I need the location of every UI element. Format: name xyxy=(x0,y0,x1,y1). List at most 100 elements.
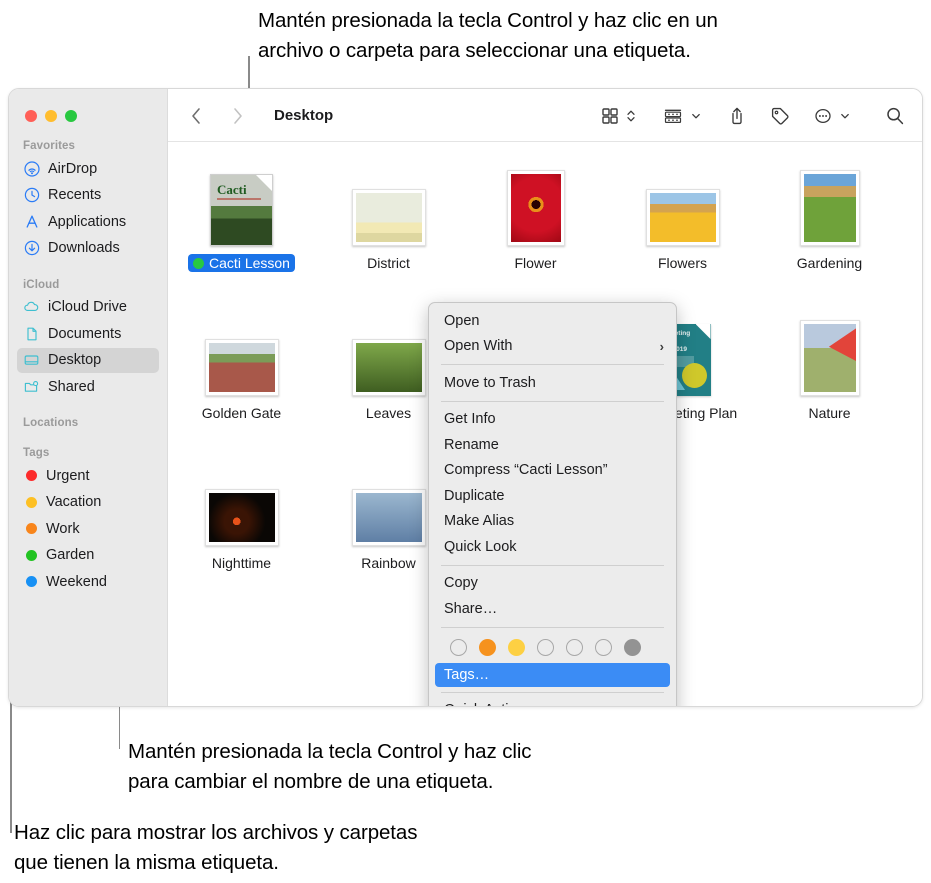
back-button[interactable] xyxy=(182,102,210,130)
forward-button[interactable] xyxy=(224,102,252,130)
menu-item-label: Open xyxy=(444,312,480,329)
file-item-district[interactable]: District xyxy=(315,156,462,306)
menu-item-open-with[interactable]: Open With › xyxy=(429,334,676,360)
menu-item-label: Quick Look xyxy=(444,538,517,555)
tag-swatch-none[interactable] xyxy=(450,638,467,656)
more-actions-button[interactable] xyxy=(813,102,850,130)
sidebar-tag-garden[interactable]: Garden xyxy=(17,543,159,568)
menu-item-label: Open With xyxy=(444,338,513,355)
sidebar-item-label: Desktop xyxy=(48,352,102,368)
menu-item-compress[interactable]: Compress “Cacti Lesson” xyxy=(429,458,676,484)
sidebar-item-downloads[interactable]: Downloads xyxy=(17,236,159,261)
file-name-label[interactable]: District xyxy=(362,254,415,272)
tag-swatch-gray[interactable] xyxy=(624,638,641,656)
sidebar-tag-urgent[interactable]: Urgent xyxy=(17,463,159,488)
tag-swatch-orange[interactable] xyxy=(479,638,496,656)
sidebar-item-airdrop[interactable]: AirDrop xyxy=(17,156,159,181)
close-button[interactable] xyxy=(25,110,37,122)
sidebar-item-documents[interactable]: Documents xyxy=(17,321,159,346)
path-label[interactable]: Desktop xyxy=(274,107,333,124)
tag-icon xyxy=(771,107,789,125)
menu-item-share[interactable]: Share… xyxy=(429,596,676,622)
menu-item-rename[interactable]: Rename xyxy=(429,432,676,458)
sidebar-item-label: Applications xyxy=(48,213,127,230)
sidebar-item-label: Documents xyxy=(48,325,122,342)
chevron-right-icon: › xyxy=(660,703,664,706)
sidebar-item-label: Recents xyxy=(48,187,102,203)
file-name-label[interactable]: Nature xyxy=(803,404,855,422)
tag-swatch-purple[interactable] xyxy=(595,638,612,656)
share-button[interactable] xyxy=(727,102,747,130)
minimize-button[interactable] xyxy=(45,110,57,122)
sidebar-group-locations-title: Locations xyxy=(23,417,79,429)
menu-item-quick-look[interactable]: Quick Look xyxy=(429,534,676,560)
menu-separator xyxy=(441,564,664,566)
menu-item-label: Make Alias xyxy=(444,513,515,530)
file-name-label[interactable]: Gardening xyxy=(792,254,867,272)
file-name-label[interactable]: Golden Gate xyxy=(197,404,286,422)
file-name-label[interactable]: Nighttime xyxy=(207,554,276,572)
menu-item-open[interactable]: Open xyxy=(429,308,676,334)
desktop-icon xyxy=(23,352,40,369)
sidebar-item-icloud-drive[interactable]: iCloud Drive xyxy=(17,295,159,320)
file-name-text: Cacti Lesson xyxy=(209,255,290,271)
file-item-cacti-lesson[interactable]: Cacti Cacti Lesson xyxy=(168,156,315,306)
callout-top-text: Mantén presionada la tecla Control y haz… xyxy=(258,9,718,62)
sidebar-item-label: iCloud Drive xyxy=(48,299,127,315)
sidebar-tag-work[interactable]: Work xyxy=(17,516,159,541)
menu-item-tags[interactable]: Tags… xyxy=(435,662,670,687)
file-thumbnail xyxy=(799,312,860,396)
sidebar-tag-vacation[interactable]: Vacation xyxy=(17,490,159,515)
chevron-left-icon xyxy=(192,107,200,124)
view-mode-button[interactable] xyxy=(600,102,636,130)
sidebar-group-favorites-title: Favorites xyxy=(23,140,76,152)
file-item-golden-gate[interactable]: Golden Gate xyxy=(168,306,315,456)
file-item-flowers[interactable]: Flowers xyxy=(609,156,756,306)
file-name-text: Golden Gate xyxy=(201,405,282,421)
file-thumbnail xyxy=(351,312,426,396)
chevron-down-icon xyxy=(841,113,849,118)
file-thumbnail xyxy=(204,462,279,546)
menu-item-get-info[interactable]: Get Info xyxy=(429,407,676,433)
menu-item-duplicate[interactable]: Duplicate xyxy=(429,483,676,509)
zoom-button[interactable] xyxy=(65,110,77,122)
file-name-label[interactable]: Cacti Lesson xyxy=(188,254,295,272)
tag-swatch-green[interactable] xyxy=(537,638,554,656)
callout-middle-text: Mantén presionada la tecla Control y haz… xyxy=(128,740,532,793)
menu-item-quick-actions[interactable]: Quick Actions › xyxy=(429,698,676,706)
sidebar-group-icloud-title: iCloud xyxy=(23,278,60,291)
search-button[interactable] xyxy=(884,102,906,130)
add-tags-button[interactable] xyxy=(769,102,791,130)
sidebar-item-label: Garden xyxy=(46,547,95,563)
group-by-button[interactable] xyxy=(662,102,701,130)
group-by-icon xyxy=(664,109,682,123)
sidebar-tag-weekend[interactable]: Weekend xyxy=(17,569,159,594)
file-name-label[interactable]: Leaves xyxy=(361,404,416,422)
document-icon xyxy=(23,325,40,342)
tag-color-dot xyxy=(26,523,37,534)
menu-item-move-to-trash[interactable]: Move to Trash xyxy=(429,370,676,396)
clock-icon xyxy=(23,187,40,204)
menu-item-make-alias[interactable]: Make Alias xyxy=(429,509,676,535)
file-item-nature[interactable]: Nature xyxy=(756,306,903,456)
menu-item-copy[interactable]: Copy xyxy=(429,571,676,597)
tag-swatch-blue[interactable] xyxy=(566,638,583,656)
file-name-label[interactable]: Flowers xyxy=(653,254,712,272)
tag-swatch-yellow[interactable] xyxy=(508,638,525,656)
menu-item-label: Share… xyxy=(444,600,498,617)
file-name-label[interactable]: Flower xyxy=(509,254,561,272)
file-item-flower[interactable]: Flower xyxy=(462,156,609,306)
file-item-nighttime[interactable]: Nighttime xyxy=(168,456,315,606)
sidebar-item-shared[interactable]: Shared xyxy=(17,374,159,399)
menu-item-label: Move to Trash xyxy=(444,374,536,391)
file-name-text: Nature xyxy=(808,405,851,421)
file-name-text: Nighttime xyxy=(211,555,272,571)
sidebar-item-recents[interactable]: Recents xyxy=(17,183,159,208)
file-name-label[interactable]: Rainbow xyxy=(356,554,420,572)
sidebar-item-desktop[interactable]: Desktop xyxy=(17,347,159,373)
sidebar-item-applications[interactable]: Applications xyxy=(17,209,159,234)
file-name-text: Gardening xyxy=(796,255,863,271)
menu-item-label: Get Info xyxy=(444,411,496,428)
file-item-gardening[interactable]: Gardening xyxy=(756,156,903,306)
file-name-text: District xyxy=(367,255,410,271)
